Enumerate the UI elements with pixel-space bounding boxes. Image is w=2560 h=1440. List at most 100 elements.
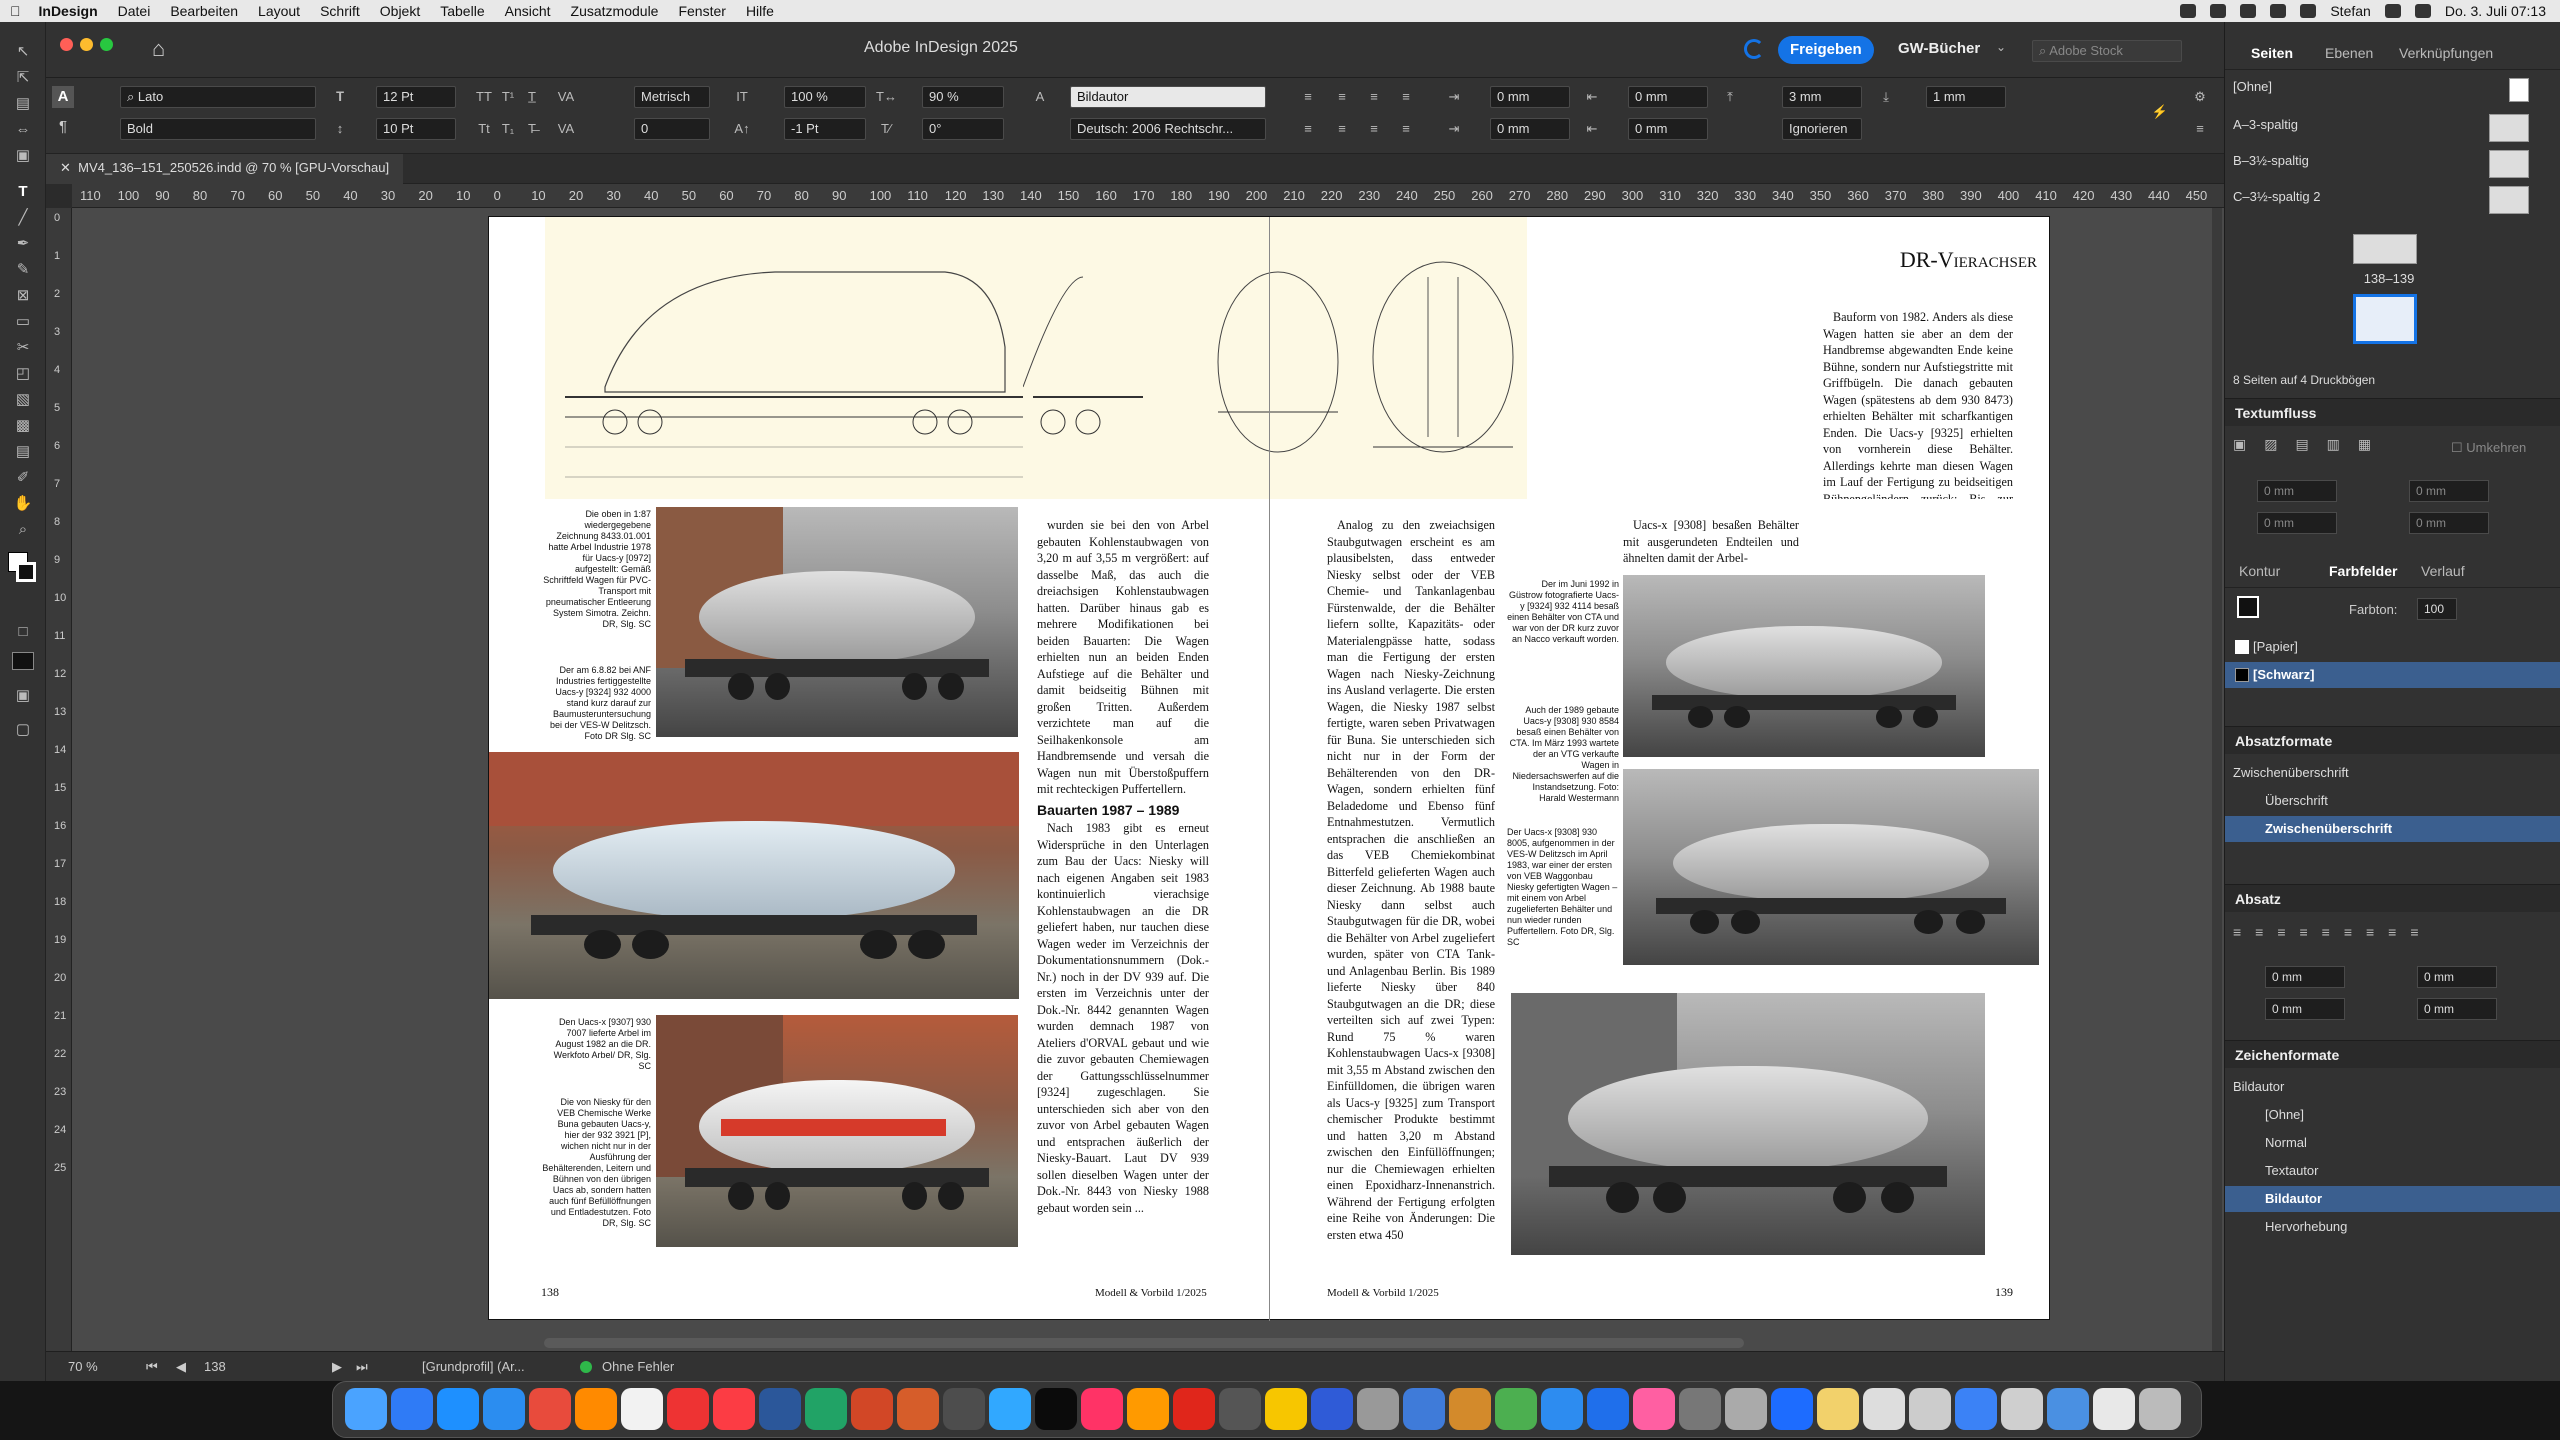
chevron-down-icon[interactable]: ⌄	[1996, 40, 2006, 54]
caption-photo-2[interactable]: Den Uacs-x [9307] 930 7007 lieferte Arbe…	[541, 1017, 651, 1087]
right-indent-field[interactable]: 0 mm	[1628, 86, 1708, 108]
dock-app-icon[interactable]	[1449, 1388, 1491, 1430]
wrap-top[interactable]: 0 mm	[2257, 480, 2337, 502]
umkehren-checkbox[interactable]: ☐ Umkehren	[2451, 440, 2526, 456]
wrap-left[interactable]: 0 mm	[2409, 480, 2489, 502]
photo-uacs-x-930-7007[interactable]	[489, 752, 1019, 999]
article-headline[interactable]: DR-Vierachser	[1837, 247, 2037, 273]
menu-layout[interactable]: Layout	[248, 3, 310, 19]
master-none-thumb[interactable]	[2509, 78, 2529, 102]
dock-app-icon[interactable]	[1311, 1388, 1353, 1430]
dock-app-icon[interactable]	[1081, 1388, 1123, 1430]
tracking-field[interactable]: 0	[634, 118, 710, 140]
photo-uacs-y-930-8584[interactable]	[1623, 769, 2039, 965]
justify-right-icon[interactable]: ≡	[1364, 119, 1384, 139]
dock-app-icon[interactable]	[1909, 1388, 1951, 1430]
zoom-level[interactable]: 70 %	[68, 1359, 98, 1374]
dock-app-icon[interactable]	[2093, 1388, 2135, 1430]
dock-app-icon[interactable]	[1541, 1388, 1583, 1430]
photo-uacs-y-932-3921[interactable]	[656, 1015, 1018, 1247]
home-icon[interactable]: ⌂	[152, 36, 165, 62]
content-collector-icon[interactable]: ▣	[13, 146, 33, 166]
dock-app-icon[interactable]	[1725, 1388, 1767, 1430]
dock-app-icon[interactable]	[1265, 1388, 1307, 1430]
dock-app-icon[interactable]	[805, 1388, 847, 1430]
para-right-indent[interactable]: 0 mm	[2417, 966, 2497, 988]
horizontal-scrollbar[interactable]	[544, 1338, 1744, 1348]
vertical-ruler[interactable]: 0 1 2 3 4 5 6 7 8 9 10 11 12 13 14 15 16 17 18 19 20 21 22 23 24…	[46, 208, 72, 1351]
tab-verlauf[interactable]: Verlauf	[2421, 563, 2465, 579]
scissors-tool-icon[interactable]: ✂	[13, 338, 33, 358]
sync-icon[interactable]	[2210, 4, 2227, 18]
menu-app[interactable]: InDesign	[31, 3, 108, 19]
zeichenformate-header[interactable]: Zeichenformate	[2225, 1040, 2560, 1068]
dock-app-icon[interactable]	[391, 1388, 433, 1430]
dock-app-icon[interactable]	[1495, 1388, 1537, 1430]
share-button[interactable]: Freigeben	[1778, 36, 1874, 64]
language-field[interactable]: Deutsch: 2006 Rechtschr...	[1070, 118, 1266, 140]
note-tool-icon[interactable]: ▤	[13, 442, 33, 462]
bluetooth-icon[interactable]	[2270, 4, 2287, 18]
textumfluss-header[interactable]: Textumfluss	[2225, 398, 2560, 426]
first-page-button[interactable]: ⏮	[146, 1359, 158, 1375]
minimize-window-button[interactable]	[80, 38, 93, 51]
settings-gear-icon[interactable]: ⚙	[2190, 87, 2210, 107]
master-a-thumb[interactable]	[2489, 114, 2529, 142]
absatz-header[interactable]: Absatz	[2225, 884, 2560, 912]
dock-app-icon[interactable]	[1357, 1388, 1399, 1430]
text-column-1[interactable]: wurden sie bei den von Arbel gebauten Ko…	[1037, 517, 1209, 1252]
tab-seiten[interactable]: Seiten	[2251, 45, 2293, 61]
selection-tool-icon[interactable]: ↖	[13, 42, 33, 62]
menu-fenster[interactable]: Fenster	[668, 3, 735, 19]
dock-app-icon[interactable]	[1817, 1388, 1859, 1430]
caption-right-3[interactable]: Der Uacs-x [9308] 930 8005, aufgenommen …	[1507, 827, 1619, 977]
page-field[interactable]: 138	[204, 1359, 226, 1374]
justify-left-icon[interactable]: ≡	[1298, 119, 1318, 139]
dock-app-icon[interactable]	[529, 1388, 571, 1430]
para-first-indent[interactable]: 0 mm	[2265, 998, 2345, 1020]
char-style-ohne[interactable]: [Ohne]	[2225, 1102, 2560, 1128]
master-b-thumb[interactable]	[2489, 150, 2529, 178]
last-line-indent-field[interactable]: 0 mm	[1628, 118, 1708, 140]
creative-cloud-icon[interactable]	[2180, 4, 2197, 18]
menubar-user[interactable]: Stefan	[2330, 3, 2370, 19]
rectangle-frame-tool-icon[interactable]: ⊠	[13, 286, 33, 306]
library-selector[interactable]: GW-Bücher	[1898, 40, 1980, 57]
zoom-window-button[interactable]	[100, 38, 113, 51]
photo-uacs-y-932-4114[interactable]	[1623, 575, 1985, 757]
skew-field[interactable]: 0°	[922, 118, 1004, 140]
small-caps-icon[interactable]: Tt	[474, 119, 494, 139]
all-caps-icon[interactable]: TT	[474, 87, 494, 107]
close-tab-icon[interactable]: ✕	[60, 160, 78, 175]
superscript-icon[interactable]: T¹	[498, 87, 518, 107]
justify-icon[interactable]: ≡	[1396, 87, 1416, 107]
align-right-icon[interactable]: ≡	[1364, 87, 1384, 107]
align-center-icon[interactable]: ≡	[1332, 87, 1352, 107]
menu-ansicht[interactable]: Ansicht	[495, 3, 561, 19]
text-column-4[interactable]: Bauform von 1982. Anders als diese Wagen…	[1823, 309, 2013, 499]
font-style-field[interactable]: Bold	[120, 118, 316, 140]
next-page-button[interactable]: ▶	[332, 1359, 342, 1375]
current-paragraph-style[interactable]: Zwischenüberschrift	[2225, 760, 2560, 786]
profile-selector[interactable]: [Grundprofil] (Ar...	[422, 1359, 525, 1374]
technical-drawing-end-views[interactable]	[1022, 217, 1527, 499]
control-center-icon[interactable]	[2414, 4, 2431, 18]
font-size-field[interactable]: 12 Pt	[376, 86, 456, 108]
character-style-field[interactable]: Bildautor	[1070, 86, 1266, 108]
dock-app-icon[interactable]	[1035, 1388, 1077, 1430]
dock-app-icon[interactable]	[2139, 1388, 2181, 1430]
horizontal-scale-field[interactable]: 90 %	[922, 86, 1004, 108]
subscript-icon[interactable]: T₁	[498, 119, 518, 139]
dock-app-icon[interactable]	[2001, 1388, 2043, 1430]
dock-app-icon[interactable]	[1219, 1388, 1261, 1430]
caption-right-1[interactable]: Der im Juni 1992 in Güstrow fotografiert…	[1507, 579, 1619, 671]
gradient-feather-tool-icon[interactable]: ▩	[13, 416, 33, 436]
menubar-clock[interactable]: Do. 3. Juli 07:13	[2445, 3, 2546, 19]
justify-center-icon[interactable]: ≡	[1332, 119, 1352, 139]
caption-photo-3[interactable]: Die von Niesky für den VEB Chemische Wer…	[541, 1097, 651, 1251]
caption-photo-1[interactable]: Der am 6.8.82 bei ANF Industries fertigg…	[541, 665, 651, 757]
align-left-icon[interactable]: ≡	[1298, 87, 1318, 107]
tab-verknuepfungen[interactable]: Verknüpfungen	[2399, 45, 2493, 61]
photo-uacs-y-932-4000[interactable]	[656, 507, 1018, 737]
justify-all-icon[interactable]: ≡	[1396, 119, 1416, 139]
